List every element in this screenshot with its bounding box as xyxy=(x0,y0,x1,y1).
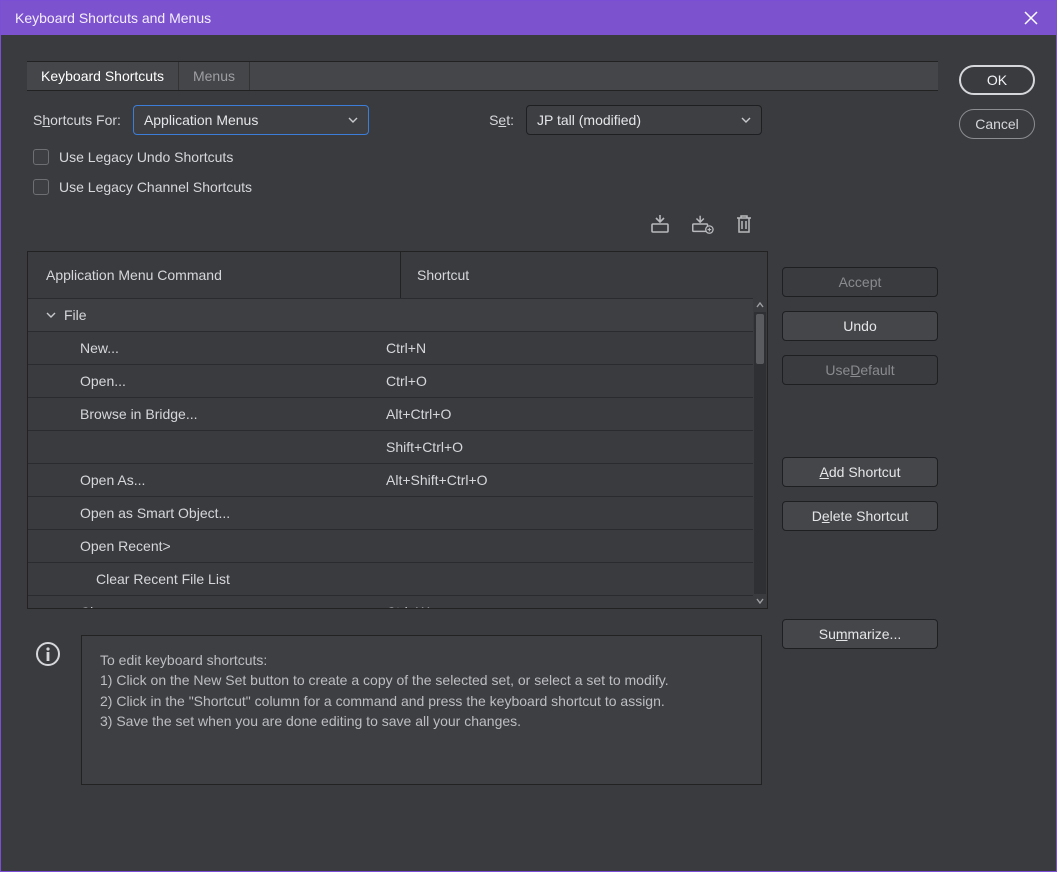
close-icon xyxy=(1024,11,1038,25)
table-row[interactable]: Browse in Bridge... Alt+Ctrl+O xyxy=(28,397,753,430)
set-label: Set: xyxy=(489,112,514,128)
scroll-down-icon[interactable] xyxy=(753,594,767,608)
info-line: To edit keyboard shortcuts: xyxy=(100,650,743,670)
table-row[interactable]: Open as Smart Object... xyxy=(28,496,753,529)
shortcuts-for-select[interactable]: Application Menus xyxy=(133,105,369,135)
info-icon xyxy=(33,639,63,669)
tab-keyboard-shortcuts[interactable]: Keyboard Shortcuts xyxy=(27,62,179,90)
dialog-window: Keyboard Shortcuts and Menus Keyboard Sh… xyxy=(0,0,1057,872)
info-line: 3) Save the set when you are done editin… xyxy=(100,711,743,731)
tab-menus[interactable]: Menus xyxy=(179,62,250,90)
save-set-icon xyxy=(649,214,671,234)
table-group-row[interactable]: File xyxy=(28,298,753,331)
row-command-label: Open Recent> xyxy=(80,538,171,554)
side-actions: Accept Undo Use Default Add Shortcut Del… xyxy=(782,91,938,785)
row-shortcut-cell[interactable]: Ctrl+W xyxy=(382,604,753,608)
checkbox-group: Use Legacy Undo Shortcuts Use Legacy Cha… xyxy=(27,149,768,195)
info-panel: To edit keyboard shortcuts: 1) Click on … xyxy=(27,635,768,785)
row-command-cell: Open Recent> xyxy=(28,538,382,554)
row-command-label: Browse in Bridge... xyxy=(80,406,198,422)
content-area: Keyboard Shortcuts Menus Shortcuts For: … xyxy=(1,35,1056,871)
col-shortcut: Shortcut xyxy=(417,267,767,283)
row-shortcut-cell[interactable]: Shift+Ctrl+O xyxy=(382,439,753,455)
row-shortcut-cell[interactable]: Ctrl+N xyxy=(382,340,753,356)
info-line: 2) Click in the "Shortcut" column for a … xyxy=(100,691,743,711)
scroll-track[interactable] xyxy=(754,312,766,594)
scroll-thumb[interactable] xyxy=(756,314,764,364)
table-row[interactable]: Open Recent> xyxy=(28,529,753,562)
table-row[interactable]: New... Ctrl+N xyxy=(28,331,753,364)
legacy-channel-label: Use Legacy Channel Shortcuts xyxy=(59,179,252,195)
save-set-button[interactable] xyxy=(648,213,672,235)
delete-set-button[interactable] xyxy=(732,213,756,235)
info-text: To edit keyboard shortcuts: 1) Click on … xyxy=(81,635,762,785)
table-row[interactable]: Open... Ctrl+O xyxy=(28,364,753,397)
row-command-label: Open as Smart Object... xyxy=(80,505,230,521)
selector-row: Shortcuts For: Application Menus Set: JP… xyxy=(27,105,768,135)
row-command-label: Close xyxy=(80,604,116,608)
shortcuts-for-value: Application Menus xyxy=(144,112,258,128)
row-command-label: New... xyxy=(80,340,119,356)
checkbox-icon xyxy=(33,179,49,195)
row-command-cell: Clear Recent File List xyxy=(28,571,382,587)
shortcuts-for-label: Shortcuts For: xyxy=(33,112,121,128)
row-command-cell: Open... xyxy=(28,373,382,389)
ok-button[interactable]: OK xyxy=(959,65,1035,95)
row-shortcut-cell[interactable]: Ctrl+O xyxy=(382,373,753,389)
shortcuts-table: Application Menu Command Shortcut File Ne… xyxy=(27,251,768,609)
set-value: JP tall (modified) xyxy=(537,112,641,128)
window-title: Keyboard Shortcuts and Menus xyxy=(15,10,211,26)
table-row[interactable]: Shift+Ctrl+O xyxy=(28,430,753,463)
row-command-label: File xyxy=(64,307,87,323)
legacy-undo-row[interactable]: Use Legacy Undo Shortcuts xyxy=(33,149,768,165)
row-command-label: Clear Recent File List xyxy=(96,571,230,587)
row-command-cell: File xyxy=(28,307,382,323)
row-shortcut-cell[interactable]: Alt+Ctrl+O xyxy=(382,406,753,422)
column-separator xyxy=(400,252,401,298)
legacy-undo-label: Use Legacy Undo Shortcuts xyxy=(59,149,233,165)
table-header: Application Menu Command Shortcut xyxy=(28,252,767,298)
table-row[interactable]: Close Ctrl+W xyxy=(28,595,753,608)
new-set-button[interactable] xyxy=(690,213,714,235)
table-row[interactable]: Open As... Alt+Shift+Ctrl+O xyxy=(28,463,753,496)
main-column: Keyboard Shortcuts Menus Shortcuts For: … xyxy=(27,61,938,845)
scroll-up-icon[interactable] xyxy=(753,298,767,312)
undo-button[interactable]: Undo xyxy=(782,311,938,341)
vertical-scrollbar[interactable] xyxy=(753,298,767,608)
chevron-down-icon xyxy=(741,117,751,123)
row-command-cell: New... xyxy=(28,340,382,356)
table-row[interactable]: Clear Recent File List xyxy=(28,562,753,595)
row-command-cell: Browse in Bridge... xyxy=(28,406,382,422)
chevron-down-icon xyxy=(46,312,56,318)
summarize-button[interactable]: Summarize... xyxy=(782,619,938,649)
cancel-button[interactable]: Cancel xyxy=(959,109,1035,139)
checkbox-icon xyxy=(33,149,49,165)
tab-bar: Keyboard Shortcuts Menus xyxy=(27,61,938,91)
set-select[interactable]: JP tall (modified) xyxy=(526,105,762,135)
info-line: 1) Click on the New Set button to create… xyxy=(100,670,743,690)
delete-shortcut-button[interactable]: Delete Shortcut xyxy=(782,501,938,531)
use-default-button[interactable]: Use Default xyxy=(782,355,938,385)
row-command-cell: Close xyxy=(28,604,382,608)
row-command-label: Open As... xyxy=(80,472,145,488)
set-action-icons xyxy=(27,209,768,245)
new-set-icon xyxy=(690,214,714,234)
table-body: File New... Ctrl+N Open... Ctrl+O Browse in B… xyxy=(28,298,767,608)
col-command: Application Menu Command xyxy=(46,267,400,283)
row-command-cell: Open as Smart Object... xyxy=(28,505,382,521)
accept-button[interactable]: Accept xyxy=(782,267,938,297)
close-button[interactable] xyxy=(1016,3,1046,33)
titlebar: Keyboard Shortcuts and Menus xyxy=(1,1,1056,35)
row-command-cell: Open As... xyxy=(28,472,382,488)
row-shortcut-cell[interactable]: Alt+Shift+Ctrl+O xyxy=(382,472,753,488)
chevron-down-icon xyxy=(348,117,358,123)
row-command-label: Open... xyxy=(80,373,126,389)
legacy-channel-row[interactable]: Use Legacy Channel Shortcuts xyxy=(33,179,768,195)
trash-icon xyxy=(735,214,753,234)
add-shortcut-button[interactable]: Add Shortcut xyxy=(782,457,938,487)
dialog-buttons: OK Cancel xyxy=(952,61,1042,845)
